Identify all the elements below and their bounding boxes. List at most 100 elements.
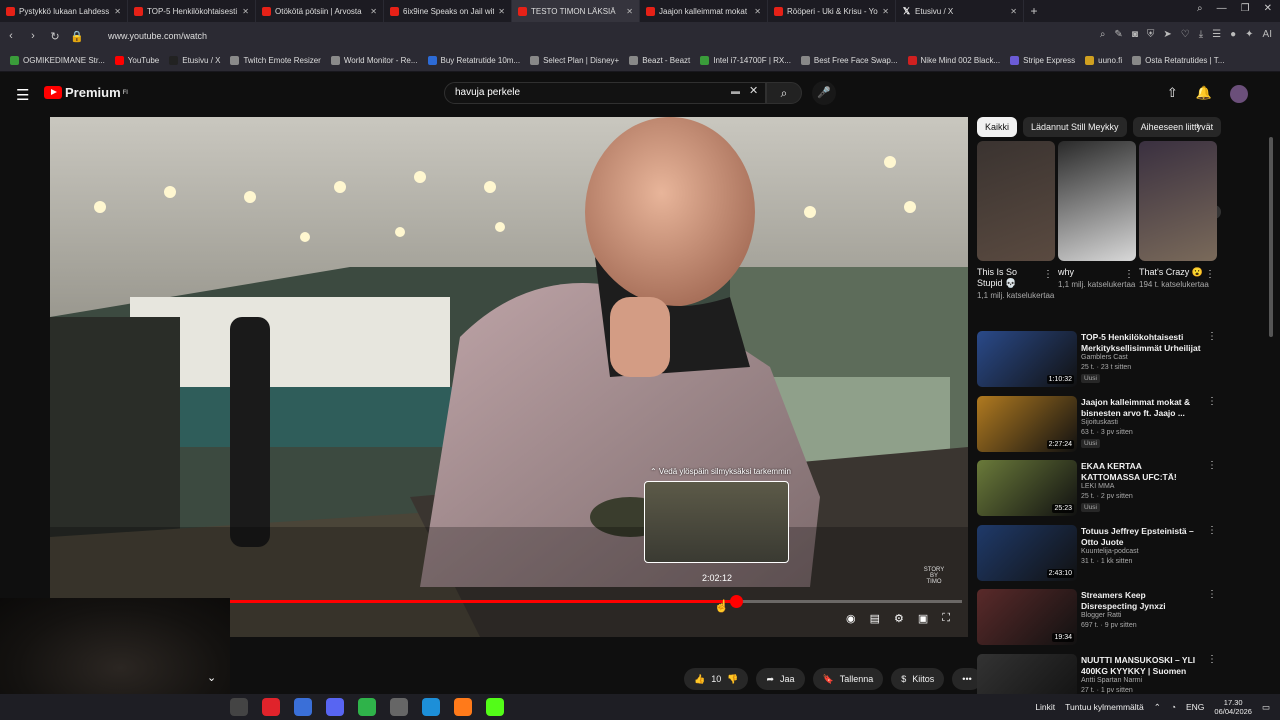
close-window-button[interactable]: ✕ xyxy=(1264,3,1272,14)
video-title[interactable]: NUUTTI MANSUKOSKI – YLI 400KG KYYKKY | S… xyxy=(1081,655,1201,677)
search-tabs-icon[interactable]: ⌕ xyxy=(1197,3,1203,14)
tab-close-icon[interactable]: ✕ xyxy=(754,7,761,16)
tray-chevron-icon[interactable]: ⌃ xyxy=(1154,702,1161,713)
links-label[interactable]: Linkit xyxy=(1035,702,1055,712)
more-options-icon[interactable]: ⋮ xyxy=(1207,460,1217,471)
clock[interactable]: 17.30 06/04/2026 xyxy=(1214,698,1252,716)
avatar[interactable] xyxy=(1230,85,1248,103)
fullscreen-icon[interactable]: ⛶ xyxy=(942,612,950,625)
autoplay-toggle[interactable]: ◉ xyxy=(846,612,856,625)
bookmark[interactable]: Select Plan | Disney+ xyxy=(530,56,619,65)
short-thumbnail[interactable] xyxy=(977,141,1055,261)
settings-icon[interactable] xyxy=(390,698,408,716)
camera-icon[interactable]: ◙ xyxy=(1132,29,1138,40)
firefox-icon[interactable] xyxy=(454,698,472,716)
filter-chip[interactable]: Aiheeseen liittyvät xyxy=(1132,117,1222,137)
more-options-icon[interactable]: ⋮ xyxy=(1043,269,1053,280)
recommended-video[interactable]: 1:10:32 TOP-5 Henkilökohtaisesti Merkityk… xyxy=(977,331,1222,389)
video-thumbnail[interactable]: 2:27:24 xyxy=(977,395,1077,452)
short-title[interactable]: why xyxy=(1058,267,1122,278)
voice-search-icon[interactable]: 🎤 xyxy=(812,81,836,105)
more-options-icon[interactable]: ⋮ xyxy=(1205,269,1215,280)
bookmark[interactable]: Beazt - Beazt xyxy=(629,56,690,65)
new-tab-button[interactable]: + xyxy=(1024,4,1044,18)
video-title[interactable]: TOP-5 Henkilökohtaisesti Merkityksellisi… xyxy=(1081,332,1201,354)
video-thumbnail[interactable]: 25:23 xyxy=(977,460,1077,516)
short-item[interactable]: why 1,1 milj. katselukertaa ⋮ xyxy=(1058,141,1136,290)
tab-close-icon[interactable]: ✕ xyxy=(882,7,889,16)
more-options-icon[interactable]: ⋮ xyxy=(1207,589,1217,600)
bookmark[interactable]: Intel i7-14700F | RX... xyxy=(700,56,791,65)
browser-tab[interactable]: Pystykkö lukaan Lahdess ✕ xyxy=(0,0,128,22)
bookmark[interactable]: Osta Retatrutides | T... xyxy=(1132,56,1224,65)
channel-name[interactable]: Gamblers Cast xyxy=(1081,354,1128,361)
browser-tab[interactable]: Jaajon kalleimmat mokat ✕ xyxy=(640,0,768,22)
search-input[interactable]: havuja perkele xyxy=(444,82,766,104)
browser-tab[interactable]: TOP-5 Henkilökohtaisesti ✕ xyxy=(128,0,256,22)
video-player[interactable]: ⌃ Vedä ylöspäin silmyksäksi tarkemmin 2:… xyxy=(50,117,968,637)
short-item[interactable]: That's Crazy 😮 194 t. katselukertaa ⋮ xyxy=(1139,141,1217,290)
language-indicator[interactable]: ENG xyxy=(1186,702,1204,712)
recommended-video[interactable]: 19:34 Streamers Keep Disrespecting Jynxzi… xyxy=(977,589,1222,647)
tab-close-icon[interactable]: ✕ xyxy=(114,7,121,16)
filter-chip[interactable]: Kaikki xyxy=(977,117,1018,137)
dislike-icon[interactable]: 👎 xyxy=(727,674,738,685)
send-icon[interactable]: ➤ xyxy=(1163,29,1171,40)
save-button[interactable]: 🔖 Tallenna xyxy=(812,668,884,690)
edit-icon[interactable]: ✎ xyxy=(1114,29,1122,40)
short-thumbnail[interactable] xyxy=(1139,141,1217,261)
short-title[interactable]: This Is So Stupid 💀 xyxy=(977,267,1041,289)
tab-close-icon[interactable]: ✕ xyxy=(498,7,505,16)
tab-close-icon[interactable]: ✕ xyxy=(370,7,377,16)
clear-search-icon[interactable]: ✕ xyxy=(749,84,758,97)
video-thumbnail[interactable]: 2:43:10 xyxy=(977,524,1077,581)
short-title[interactable]: That's Crazy 😮 xyxy=(1139,267,1203,278)
notification-icon[interactable]: ▭ xyxy=(1262,702,1270,713)
task-view-icon[interactable] xyxy=(230,698,248,716)
copilot-icon[interactable] xyxy=(294,698,312,716)
youtube-premium-logo[interactable]: Premium FI xyxy=(44,85,128,100)
scrollbar-thumb[interactable] xyxy=(1269,137,1273,337)
channel-name[interactable]: Antti Spartan Narmi xyxy=(1081,677,1142,684)
bookmark[interactable]: Buy Retatrutide 10m... xyxy=(427,56,520,65)
upload-icon[interactable]: ⇧ xyxy=(1167,85,1178,103)
captions-icon[interactable]: ▤ xyxy=(870,612,880,625)
discord-icon[interactable] xyxy=(326,698,344,716)
channel-name[interactable]: Blogger Ratti xyxy=(1081,612,1121,619)
browser-tab[interactable]: 𝕏 Etusivu / X ✕ xyxy=(896,0,1024,22)
bookmark[interactable]: OGMIKEDIMANE Str... xyxy=(10,56,105,65)
recommended-video[interactable]: 25:23 EKAA KERTAA KATTOMASSA UFC:TÄ! LEKI … xyxy=(977,460,1222,518)
more-options-icon[interactable]: ⋮ xyxy=(1207,525,1217,536)
chevron-down-icon[interactable]: ⌄ xyxy=(207,671,216,684)
video-title[interactable]: Streamers Keep Disrespecting Jynxzi xyxy=(1081,590,1201,612)
browser-tab[interactable]: Otökötä pötsiin | Arvosta ✕ xyxy=(256,0,384,22)
share-button[interactable]: ➦ Jaa xyxy=(756,668,805,690)
more-options-icon[interactable]: ⋮ xyxy=(1124,269,1134,280)
channel-name[interactable]: Kuuntelija-podcast xyxy=(1081,548,1139,555)
maximize-button[interactable]: ❐ xyxy=(1241,3,1250,14)
video-title[interactable]: Jaajon kalleimmat mokat & bisnesten arvo… xyxy=(1081,397,1201,419)
notifications-bell-icon[interactable]: 🔔 xyxy=(1196,85,1212,103)
url-field[interactable]: www.youtube.com/watch xyxy=(108,31,207,41)
bookmark[interactable]: Stripe Express xyxy=(1010,56,1075,65)
kick-icon[interactable] xyxy=(486,698,504,716)
video-thumbnail[interactable]: 1:10:32 xyxy=(977,331,1077,387)
miniplayer-icon[interactable]: ▣ xyxy=(918,612,928,625)
more-options-icon[interactable]: ⋮ xyxy=(1207,396,1217,407)
hamburger-menu-icon[interactable]: ☰ xyxy=(16,86,29,104)
search-button[interactable]: ⌕ xyxy=(766,82,802,104)
more-options-icon[interactable]: ⋮ xyxy=(1207,331,1217,342)
filter-chip[interactable]: Lädannut Still Meykky xyxy=(1023,117,1127,137)
bookmark[interactable]: Nike Mind 002 Black... xyxy=(907,56,1000,65)
recommended-video[interactable]: 2:27:24 Jaajon kalleimmat mokat & bisnest… xyxy=(977,395,1222,454)
browser-tab[interactable]: TESTO TIMON LÄKSIÄ ✕ xyxy=(512,0,640,22)
menu-icon[interactable]: ☰ xyxy=(1212,29,1221,40)
tab-close-icon[interactable]: ✕ xyxy=(1010,7,1017,16)
weather-text[interactable]: Tuntuu kylmemmältä xyxy=(1065,702,1144,712)
video-title[interactable]: Totuus Jeffrey Epsteinistä – Otto Juote xyxy=(1081,526,1201,548)
extension-icon[interactable]: ✦ xyxy=(1245,29,1253,40)
network-icon[interactable]: ◔ xyxy=(1171,702,1176,712)
bookmark[interactable]: YouTube xyxy=(114,56,159,65)
settings-gear-icon[interactable]: ⚙ xyxy=(894,612,904,625)
app-icon[interactable] xyxy=(358,698,376,716)
